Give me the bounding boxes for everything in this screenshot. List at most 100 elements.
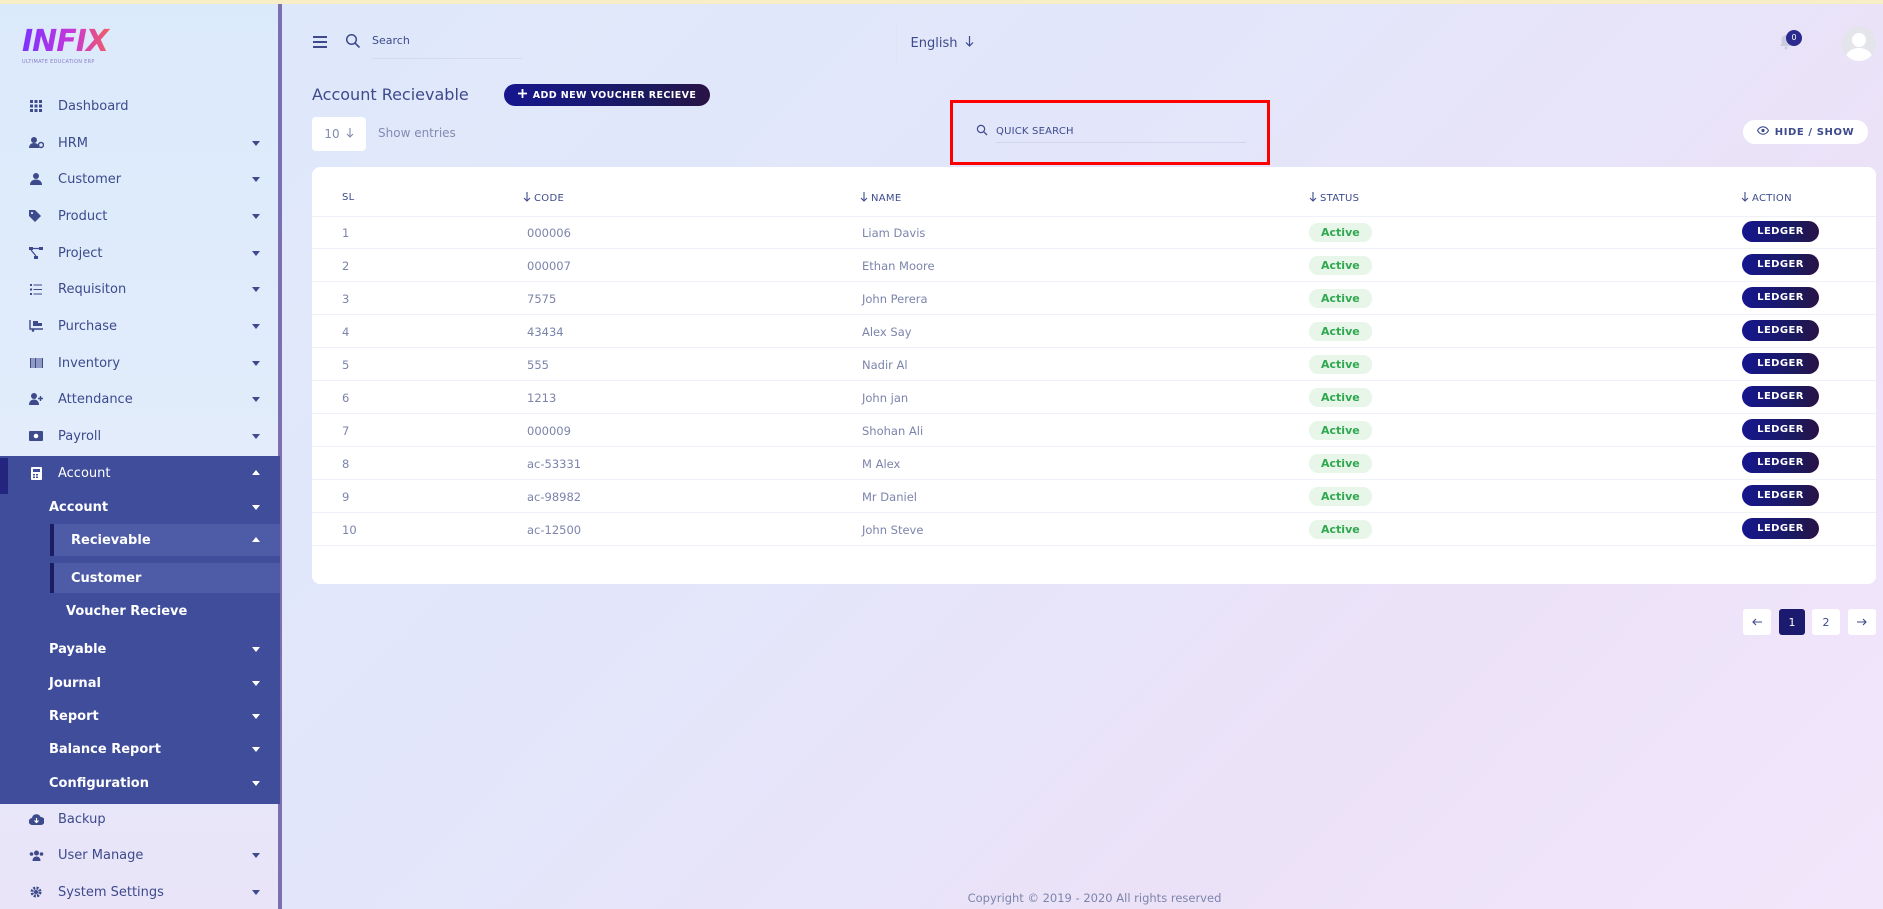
sidebar-item-purchase[interactable]: Purchase — [0, 311, 280, 341]
sidebar-item-label: Requisiton — [58, 281, 127, 297]
cell-sl: 10 — [342, 522, 357, 537]
column-header-name[interactable]: NAME — [860, 192, 901, 205]
search-input[interactable]: Search — [372, 34, 410, 47]
status-badge: Active — [1309, 355, 1372, 374]
cell-name: John jan — [862, 390, 909, 405]
logo-tagline: ULTIMATE EDUCATION ERP — [22, 59, 95, 65]
ledger-button[interactable]: LEDGER — [1742, 320, 1819, 341]
sidebar-item-project[interactable]: Project — [0, 238, 280, 268]
sidebar-item-requisiton[interactable]: Requisiton — [0, 274, 280, 304]
sidebar-item-label: Dashboard — [58, 98, 129, 114]
column-header-label: SL — [342, 192, 355, 203]
add-new-voucher-button[interactable]: ADD NEW VOUCHER RECIEVE — [504, 84, 710, 106]
ledger-button[interactable]: LEDGER — [1742, 254, 1819, 275]
sidebar-sub-customer[interactable]: Customer — [50, 563, 280, 593]
table-row[interactable]: 8 ac-53331 M Alex Active LEDGER — [312, 447, 1876, 480]
sidebar-sub-report[interactable]: Report — [0, 701, 280, 731]
chevron-up-icon — [252, 470, 260, 475]
sidebar-sub-journal[interactable]: Journal — [0, 668, 280, 698]
sidebar-item-product[interactable]: Product — [0, 201, 280, 231]
menu-toggle-icon[interactable] — [313, 36, 327, 48]
sidebar-item-customer[interactable]: Customer — [0, 164, 280, 194]
ledger-button[interactable]: LEDGER — [1742, 386, 1819, 407]
sidebar-item-attendance[interactable]: Attendance — [0, 384, 280, 414]
language-select[interactable]: English — [896, 22, 988, 64]
status-badge: Active — [1309, 289, 1372, 308]
cell-code: 555 — [527, 357, 549, 372]
cell-code: ac-53331 — [527, 456, 582, 471]
arrow-right-icon — [1857, 616, 1867, 629]
sidebar-sub-recievable[interactable]: Recievable — [50, 524, 280, 556]
sidebar-item-account[interactable]: Account — [0, 458, 280, 494]
entries-value: 10 — [324, 127, 340, 141]
ledger-button[interactable]: LEDGER — [1742, 518, 1819, 539]
cell-name: Mr Daniel — [862, 489, 917, 504]
cell-name: Ethan Moore — [862, 258, 935, 273]
chevron-down-icon — [252, 361, 260, 366]
sidebar-item-backup[interactable]: Backup — [0, 804, 280, 834]
cell-name: John Perera — [862, 291, 928, 306]
sidebar-item-label: Backup — [58, 811, 106, 827]
table-row[interactable]: 3 7575 John Perera Active LEDGER — [312, 282, 1876, 315]
sidebar-sub-voucher-recieve[interactable]: Voucher Recieve — [50, 596, 280, 626]
sidebar-sub-account[interactable]: Account — [0, 492, 280, 522]
tags-icon — [28, 208, 44, 224]
ledger-button[interactable]: LEDGER — [1742, 452, 1819, 473]
cell-sl: 5 — [342, 357, 350, 372]
cloud-download-icon — [28, 811, 44, 827]
sidebar-sub-configuration[interactable]: Configuration — [0, 768, 280, 798]
pagination-page-1[interactable]: 1 — [1779, 609, 1805, 635]
cell-sl: 9 — [342, 489, 350, 504]
search-icon — [976, 124, 988, 139]
table-row[interactable]: 9 ac-98982 Mr Daniel Active LEDGER — [312, 480, 1876, 513]
sidebar-sub-balance-report[interactable]: Balance Report — [0, 734, 280, 764]
ledger-button[interactable]: LEDGER — [1742, 287, 1819, 308]
column-header-code[interactable]: CODE — [523, 192, 564, 205]
sidebar-item-dashboard[interactable]: Dashboard — [0, 91, 280, 121]
cell-name: Liam Davis — [862, 225, 926, 240]
table-row[interactable]: 4 43434 Alex Say Active LEDGER — [312, 315, 1876, 348]
pagination-prev[interactable] — [1743, 609, 1771, 635]
quick-search-input[interactable]: QUICK SEARCH — [996, 126, 1074, 137]
table-row[interactable]: 1 000006 Liam Davis Active LEDGER — [312, 216, 1876, 249]
pagination-next[interactable] — [1848, 609, 1876, 635]
sidebar: INFIX ULTIMATE EDUCATION ERP Dashboard H… — [0, 4, 282, 909]
chevron-down-icon — [252, 505, 260, 510]
ledger-button[interactable]: LEDGER — [1742, 485, 1819, 506]
user-plus-icon — [28, 391, 44, 407]
ledger-button[interactable]: LEDGER — [1742, 353, 1819, 374]
ledger-button[interactable]: LEDGER — [1742, 419, 1819, 440]
table-row[interactable]: 6 1213 John jan Active LEDGER — [312, 381, 1876, 414]
table-row[interactable]: 2 000007 Ethan Moore Active LEDGER — [312, 249, 1876, 282]
sidebar-item-hrm[interactable]: HRM — [0, 128, 280, 158]
table-row[interactable]: 7 000009 Shohan Ali Active LEDGER — [312, 414, 1876, 447]
logo[interactable]: INFIX ULTIMATE EDUCATION ERP — [22, 26, 122, 70]
column-header-status[interactable]: STATUS — [1309, 192, 1359, 205]
entries-select[interactable]: 10 — [312, 117, 366, 151]
sidebar-item-payroll[interactable]: Payroll — [0, 421, 280, 451]
show-entries-label: Show entries — [378, 126, 456, 140]
sidebar-sub-label: Balance Report — [49, 741, 161, 757]
hide-show-button[interactable]: HIDE / SHOW — [1743, 120, 1868, 144]
user-icon — [28, 171, 44, 187]
language-label: English — [910, 35, 958, 51]
sidebar-sub-payable[interactable]: Payable — [0, 634, 280, 664]
column-header-sl[interactable]: SL — [342, 192, 355, 203]
table-row[interactable]: 10 ac-12500 John Steve Active LEDGER — [312, 513, 1876, 546]
cell-sl: 8 — [342, 456, 350, 471]
pagination-page-2[interactable]: 2 — [1812, 609, 1840, 635]
eye-icon — [1756, 126, 1769, 138]
status-badge: Active — [1309, 454, 1372, 473]
status-badge: Active — [1309, 256, 1372, 275]
avatar[interactable] — [1842, 27, 1876, 61]
column-header-action[interactable]: ACTION — [1741, 192, 1792, 205]
table-row[interactable]: 5 555 Nadir Al Active LEDGER — [312, 348, 1876, 381]
top-accent-line — [0, 0, 1883, 4]
sidebar-item-inventory[interactable]: Inventory — [0, 348, 280, 378]
cell-code: 1213 — [527, 390, 557, 405]
sidebar-item-user-manage[interactable]: User Manage — [0, 840, 280, 870]
sidebar-sub-label: Configuration — [49, 775, 149, 791]
ledger-button[interactable]: LEDGER — [1742, 221, 1819, 242]
users-icon — [28, 847, 44, 863]
search-icon[interactable] — [345, 33, 361, 49]
